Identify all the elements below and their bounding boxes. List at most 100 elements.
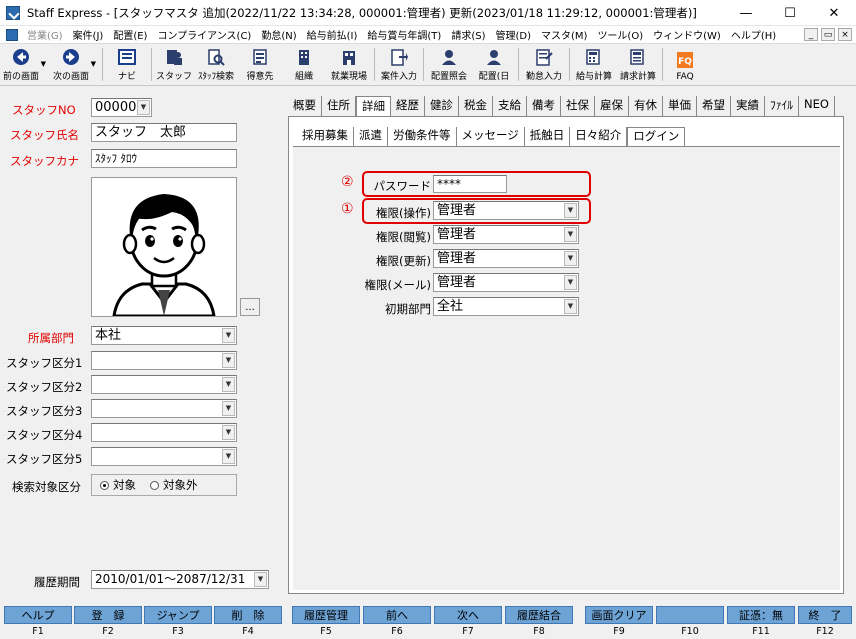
chevron-down-icon[interactable]: ▼ <box>137 100 150 115</box>
fkey-f7[interactable]: 次へ F7 <box>434 606 502 637</box>
fkey-f5[interactable]: 履歴管理 F5 <box>292 606 360 637</box>
assignment-query-button[interactable]: 配置照会 <box>426 44 472 85</box>
tab-tax[interactable]: 税金 <box>459 96 493 116</box>
billing-button[interactable]: 請求計算 <box>616 44 660 85</box>
chevron-down-icon[interactable]: ▼ <box>254 572 267 587</box>
subtab-conflict-date[interactable]: 抵触日 <box>525 127 571 146</box>
subtab-work-conditions[interactable]: 労働条件等 <box>388 127 457 146</box>
staff-no-select[interactable]: 000005 ▼ <box>91 98 152 117</box>
organization-button[interactable]: 組織 <box>282 44 326 85</box>
menu-window[interactable]: ウィンドウ(W) <box>648 27 726 42</box>
forward-dropdown-icon[interactable]: ▼ <box>91 60 96 68</box>
clear-screen-button[interactable]: 画面クリア <box>585 606 653 624</box>
fkey-f12[interactable]: 終 了 F12 <box>798 606 852 637</box>
mdi-close-button[interactable]: × <box>838 28 852 41</box>
staff-search-button[interactable]: ｽﾀｯﾌ検索 <box>194 44 238 85</box>
history-period-select[interactable]: 2010/01/01～2087/12/31 ▼ <box>91 570 269 589</box>
chevron-down-icon[interactable]: ▼ <box>564 299 577 314</box>
chevron-down-icon[interactable]: ▼ <box>222 353 235 368</box>
fkey-f9[interactable]: 画面クリア F9 <box>585 606 653 637</box>
tab-paid-leave[interactable]: 有休 <box>629 96 663 116</box>
fkey-f2[interactable]: 登 録 F2 <box>74 606 142 637</box>
chevron-down-icon[interactable]: ▼ <box>564 251 577 266</box>
tab-address[interactable]: 住所 <box>322 96 356 116</box>
back-dropdown-icon[interactable]: ▼ <box>41 60 46 68</box>
tab-unit-price[interactable]: 単価 <box>663 96 697 116</box>
history-merge-button[interactable]: 履歴結合 <box>505 606 573 624</box>
tab-results[interactable]: 実績 <box>731 96 765 116</box>
chevron-down-icon[interactable]: ▼ <box>564 203 577 218</box>
faq-button[interactable]: FQ FAQ <box>665 44 705 85</box>
tab-health-check[interactable]: 健診 <box>425 96 459 116</box>
register-button[interactable]: 登 録 <box>74 606 142 624</box>
job-entry-button[interactable]: 案件入力 <box>377 44 421 85</box>
menu-billing[interactable]: 請求(S) <box>446 27 490 42</box>
perm-mail-select[interactable]: 管理者 ▼ <box>433 273 579 292</box>
menu-advance-pay[interactable]: 給与前払(I) <box>302 27 363 42</box>
staff-cat5-select[interactable]: ▼ <box>91 447 237 466</box>
menu-sales[interactable]: 営業(G) <box>22 27 68 42</box>
attendance-button[interactable]: 勤怠入力 <box>521 44 567 85</box>
tab-overview[interactable]: 概要 <box>288 96 322 116</box>
document-icon[interactable] <box>6 28 18 41</box>
staff-cat2-select[interactable]: ▼ <box>91 375 237 394</box>
fkey-f4[interactable]: 削 除 F4 <box>214 606 282 637</box>
menu-attendance[interactable]: 勤怠(N) <box>256 27 301 42</box>
evidence-button[interactable]: 証憑：無 <box>727 606 795 624</box>
back-button[interactable]: 前の画面 ▼ <box>0 44 46 85</box>
radio-non-target[interactable]: 対象外 <box>150 477 198 493</box>
tab-social-insurance[interactable]: 社保 <box>561 96 595 116</box>
chevron-down-icon[interactable]: ▼ <box>222 328 235 343</box>
fkey-f8[interactable]: 履歴結合 F8 <box>505 606 573 637</box>
fkey-f1[interactable]: ヘルプ F1 <box>4 606 72 637</box>
staff-cat3-select[interactable]: ▼ <box>91 399 237 418</box>
menu-assignment[interactable]: 配置(E) <box>108 27 152 42</box>
mdi-minimize-button[interactable]: _ <box>804 28 818 41</box>
payroll-button[interactable]: 給与計算 <box>572 44 616 85</box>
history-manage-button[interactable]: 履歴管理 <box>292 606 360 624</box>
chevron-down-icon[interactable]: ▼ <box>564 275 577 290</box>
menu-payroll[interactable]: 給与賞与年調(T) <box>362 27 446 42</box>
staff-photo[interactable] <box>91 177 237 318</box>
forward-button[interactable]: 次の画面 ▼ <box>50 44 96 85</box>
jump-button[interactable]: ジャンプ <box>144 606 212 624</box>
client-button[interactable]: 得意先 <box>238 44 282 85</box>
radio-target[interactable]: 対象 <box>100 477 136 493</box>
chevron-down-icon[interactable]: ▼ <box>222 401 235 416</box>
tab-details[interactable]: 詳細 <box>356 96 391 116</box>
worksite-button[interactable]: 就業現場 <box>326 44 372 85</box>
help-button[interactable]: ヘルプ <box>4 606 72 624</box>
close-button[interactable]: ✕ <box>812 0 856 26</box>
subtab-login[interactable]: ログイン <box>627 127 686 146</box>
assignment-daily-button[interactable]: 配置(日 <box>472 44 516 85</box>
staff-name-field[interactable]: スタッフ 太郎 <box>91 123 237 142</box>
minimize-button[interactable]: — <box>724 0 768 26</box>
tab-remarks[interactable]: 備考 <box>527 96 561 116</box>
next-button[interactable]: 次へ <box>434 606 502 624</box>
menu-tools[interactable]: ツール(O) <box>592 27 648 42</box>
chevron-down-icon[interactable]: ▼ <box>564 227 577 242</box>
fkey-f3[interactable]: ジャンプ F3 <box>144 606 212 637</box>
subtab-recruitment[interactable]: 採用募集 <box>297 127 354 146</box>
dept-select[interactable]: 本社 ▼ <box>91 326 237 345</box>
staff-kana-field[interactable]: ｽﾀｯﾌ ﾀﾛｳ <box>91 149 237 168</box>
tab-wishes[interactable]: 希望 <box>697 96 731 116</box>
maximize-button[interactable]: ☐ <box>768 0 812 26</box>
delete-button[interactable]: 削 除 <box>214 606 282 624</box>
tab-files[interactable]: ﾌｧｲﾙ <box>765 96 799 116</box>
staff-cat1-select[interactable]: ▼ <box>91 351 237 370</box>
perm-view-select[interactable]: 管理者 ▼ <box>433 225 579 244</box>
menu-jobs[interactable]: 案件(J) <box>68 27 109 42</box>
tab-payment[interactable]: 支給 <box>493 96 527 116</box>
f10-button[interactable] <box>656 606 724 624</box>
subtab-dispatch[interactable]: 派遣 <box>354 127 388 146</box>
staff-cat4-select[interactable]: ▼ <box>91 423 237 442</box>
mdi-restore-button[interactable]: ▭ <box>821 28 835 41</box>
tab-neo[interactable]: NEO <box>799 96 835 116</box>
menu-compliance[interactable]: コンプライアンス(C) <box>152 27 256 42</box>
navi-button[interactable]: ナビ <box>105 44 149 85</box>
password-field[interactable]: **** <box>433 175 507 193</box>
chevron-down-icon[interactable]: ▼ <box>222 449 235 464</box>
fkey-f11[interactable]: 証憑：無 F11 <box>727 606 795 637</box>
chevron-down-icon[interactable]: ▼ <box>222 377 235 392</box>
